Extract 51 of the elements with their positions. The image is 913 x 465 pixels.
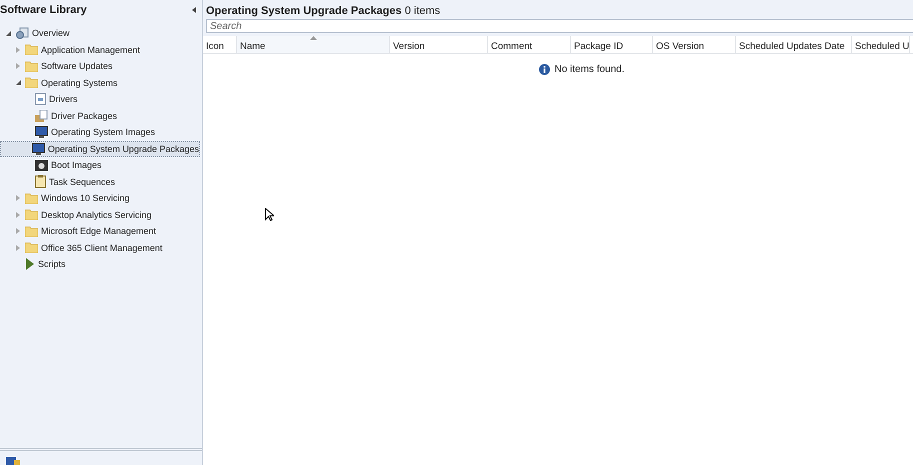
empty-message: No items found. [554, 64, 625, 75]
panel-title: Software Library [0, 4, 87, 16]
tree-item[interactable]: Software Updates [0, 58, 200, 74]
column-header[interactable]: Comment [488, 36, 571, 53]
assets-icon [6, 457, 20, 465]
tree-item[interactable]: Task Sequences [0, 174, 200, 190]
package-icon [35, 110, 48, 122]
tree-item[interactable]: Operating System Images [0, 124, 200, 140]
folder-icon [25, 242, 38, 254]
tree-item[interactable]: Windows 10 Servicing [0, 190, 200, 206]
info-icon [539, 64, 550, 75]
collapsed-icon [16, 195, 20, 202]
tree-item[interactable]: Operating Systems [0, 74, 200, 91]
tree-item[interactable]: Office 365 Client Management [0, 240, 200, 256]
folder-icon [25, 44, 38, 56]
tree-item[interactable]: Scripts [0, 256, 200, 272]
collapse-icon [192, 7, 196, 13]
expanded-icon [16, 80, 20, 86]
collapsed-icon [16, 228, 20, 234]
column-header[interactable]: Version [390, 36, 488, 53]
tree-item[interactable]: Driver Packages [0, 108, 200, 124]
play-icon [25, 258, 35, 270]
monitor-icon [32, 142, 45, 155]
tree-item[interactable]: Desktop Analytics Servicing [0, 206, 200, 223]
tree-item[interactable]: Operating System Upgrade Packages [0, 140, 200, 157]
collapsed-icon [16, 244, 20, 251]
tree-item[interactable]: Boot Images [0, 157, 200, 174]
folder-icon [25, 209, 38, 220]
clipboard-icon [35, 175, 46, 188]
document-icon [35, 93, 46, 106]
search-field[interactable]: Search [206, 19, 913, 33]
column-header[interactable]: Package ID [571, 36, 653, 53]
expanded-icon [6, 30, 10, 36]
folder-icon [25, 77, 38, 88]
tree-item[interactable]: Overview [0, 25, 200, 42]
view-title: Operating System Upgrade Packages 0 items [206, 5, 442, 19]
column-header[interactable]: OS Version [653, 36, 736, 53]
column-header[interactable]: Scheduled Updates Date [736, 36, 852, 53]
tree-item[interactable]: Microsoft Edge Management [0, 223, 200, 240]
collapsed-icon [16, 46, 20, 53]
column-header[interactable]: Scheduled U [852, 36, 910, 53]
collapsed-icon [16, 212, 20, 218]
tree-item[interactable]: Application Management [0, 42, 200, 58]
folder-icon [25, 60, 38, 72]
collapsed-icon [16, 63, 20, 70]
folder-icon [25, 192, 38, 204]
monitor-icon [35, 126, 48, 138]
cursor-icon [265, 208, 274, 221]
tree-item[interactable]: Drivers [0, 91, 200, 108]
folder-icon [25, 226, 38, 237]
column-header[interactable]: Name [237, 36, 390, 53]
